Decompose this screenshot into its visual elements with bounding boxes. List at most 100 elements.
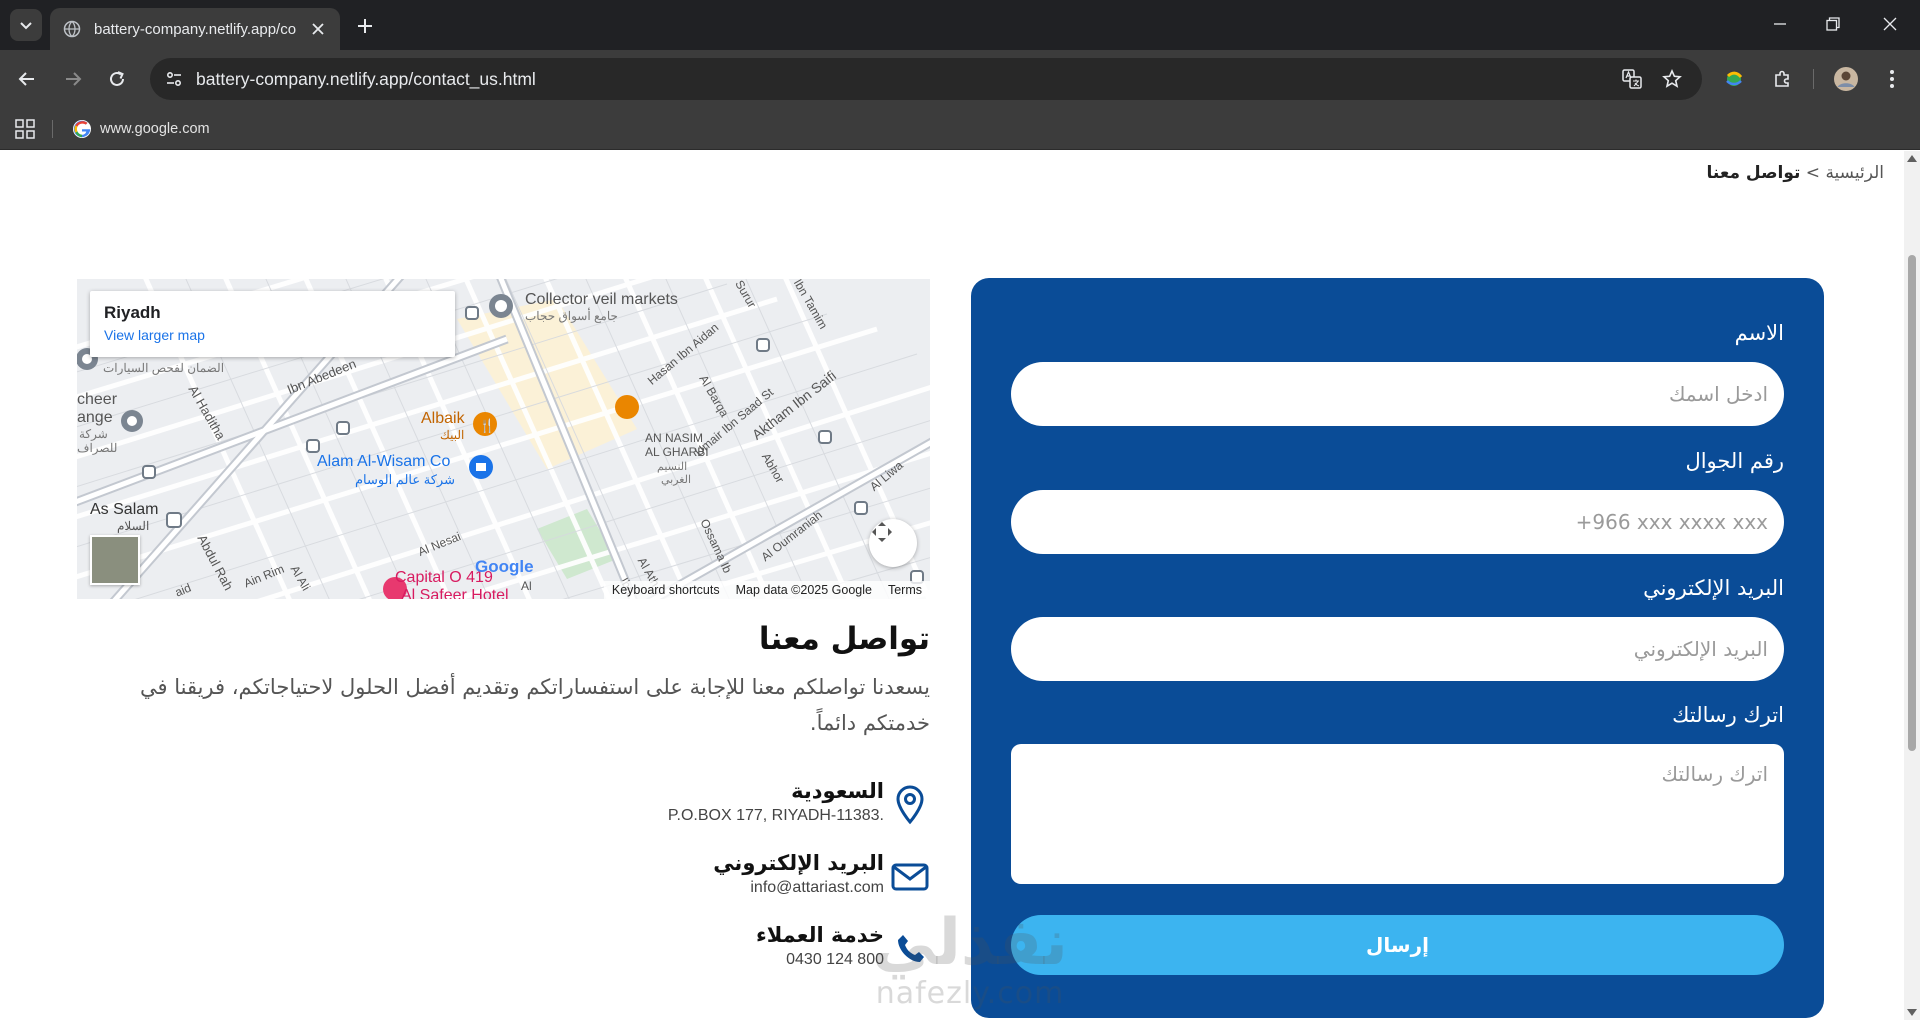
phone-placeholder: +966 xxx xxxx xxx [1575, 510, 1768, 534]
map-label-alam-ar: شركة عالم الوسام [355, 472, 455, 487]
active-tab[interactable]: battery-company.netlify.app/co [50, 8, 340, 50]
toolbar-divider [1813, 69, 1814, 89]
extension-globe-icon[interactable] [1716, 62, 1752, 96]
message-label: اترك رسالتك [1672, 703, 1784, 727]
bookmark-google[interactable]: www.google.com [72, 118, 210, 140]
arrow-left-icon [18, 72, 34, 86]
map-label-collector-ar: جامع أسواق حجاب [525, 309, 618, 323]
url-text: battery-company.netlify.app/contact_us.h… [196, 69, 536, 90]
scroll-down-arrow-icon[interactable] [1907, 1009, 1917, 1016]
breadcrumb-home[interactable]: الرئيسية [1825, 163, 1884, 183]
email-label: البريد الإلكتروني [1643, 576, 1784, 600]
map-label-albaik: Albaik [421, 410, 465, 427]
breadcrumb-separator: > [1805, 163, 1821, 183]
map-label-collector: Collector veil markets [525, 291, 678, 308]
map-fullscreen-button[interactable] [869, 519, 917, 567]
contact-item-value[interactable]: info@attariast.com [750, 879, 884, 897]
new-tab-button[interactable] [350, 11, 380, 41]
name-label: الاسم [1734, 321, 1784, 345]
map-label-cheer: cheer [77, 391, 118, 408]
restore-icon [1826, 17, 1840, 31]
name-input[interactable]: ادخل اسمك [1011, 362, 1784, 426]
phone-input[interactable]: +966 xxx xxxx xxx [1011, 490, 1784, 554]
apps-grid-icon[interactable] [14, 118, 36, 140]
star-icon[interactable] [1654, 58, 1690, 100]
scrollbar-thumb[interactable] [1908, 255, 1916, 751]
contact-item-title: خدمة العملاء [755, 923, 884, 947]
map-label-as-salam: As Salam [90, 501, 159, 518]
map-label-al: Al [521, 579, 532, 593]
close-window-button[interactable] [1860, 0, 1920, 48]
back-button[interactable] [10, 62, 44, 96]
menu-kebab-icon[interactable] [1874, 62, 1910, 96]
site-info-icon[interactable] [154, 59, 194, 99]
map-satellite-toggle[interactable] [90, 535, 140, 585]
map-label-as-salam-ar: السلام [117, 519, 150, 533]
envelope-icon [890, 855, 930, 899]
tab-title: battery-company.netlify.app/co [94, 20, 297, 38]
view-larger-map-link[interactable]: View larger map [104, 327, 441, 343]
chevron-down-icon [20, 22, 32, 30]
contact-item-value[interactable]: 0430 124 800 [786, 951, 884, 969]
fullscreen-icon [872, 522, 892, 542]
arrow-right-icon [66, 72, 82, 86]
globe-icon [62, 19, 82, 39]
map-city: Riyadh [104, 303, 161, 322]
url-host: battery-company.netlify.app [196, 68, 409, 89]
page-scrollbar[interactable] [1904, 151, 1920, 1020]
map-label-daman: الضمان لفحص السيارات [103, 361, 225, 375]
map-data-credit: Map data ©2025 Google [735, 583, 872, 597]
translate-icon[interactable] [1614, 58, 1650, 100]
map-label-lil-sarraf: للصراف [77, 441, 118, 455]
phone-label: رقم الجوال [1685, 449, 1784, 473]
contact-item-title: السعودية [791, 779, 884, 803]
plus-icon [358, 19, 372, 33]
tab-search-button[interactable] [10, 9, 42, 41]
map-keyboard-shortcuts[interactable]: Keyboard shortcuts [604, 583, 728, 597]
bookmark-label: www.google.com [100, 121, 210, 137]
minimize-icon [1774, 23, 1786, 25]
avatar-icon [1834, 67, 1858, 91]
location-pin-icon [890, 783, 930, 827]
forward-button[interactable] [56, 62, 90, 96]
contact-item-title: البريد الإلكتروني [713, 851, 884, 875]
svg-text:🍴: 🍴 [479, 418, 495, 434]
map-google-logo: Google [475, 557, 534, 576]
minimize-button[interactable] [1750, 0, 1810, 48]
map-label-ange: ange [77, 409, 113, 426]
page-viewport: الرئيسية > تواصل معنا 🍴 Riyadh View larg… [0, 151, 1904, 1020]
reload-button[interactable] [100, 62, 134, 96]
browser-toolbar: battery-company.netlify.app/contact_us.h… [0, 50, 1920, 108]
map-label-albaik-ar: البيك [440, 428, 465, 442]
tab-strip: battery-company.netlify.app/co [0, 0, 1920, 50]
message-textarea[interactable]: اترك رسالتك [1011, 744, 1784, 884]
profile-avatar[interactable] [1828, 62, 1864, 96]
url-path: /contact_us.html [408, 68, 536, 89]
address-bar[interactable]: battery-company.netlify.app/contact_us.h… [150, 58, 1702, 100]
bookmarks-bar: www.google.com [0, 108, 1920, 150]
extensions-puzzle-icon[interactable] [1764, 62, 1800, 96]
map-label-sharika: شركة [79, 427, 108, 441]
scroll-up-arrow-icon[interactable] [1907, 155, 1917, 162]
close-icon [1883, 17, 1897, 31]
map-place-card: Riyadh View larger map [90, 291, 455, 357]
contact-heading: تواصل معنا [758, 621, 930, 657]
map-footer: Keyboard shortcuts Map data ©2025 Google… [603, 581, 930, 599]
contact-description: يسعدنا تواصلكم معنا للإجابة على استفسارا… [140, 675, 930, 735]
google-g-icon [73, 120, 91, 138]
map-label-an-nasim-ar: النسيم [657, 461, 688, 473]
contact-form: الاسم ادخل اسمك رقم الجوال +966 xxx xxxx… [971, 278, 1824, 1018]
phone-icon [890, 927, 930, 971]
restore-button[interactable] [1803, 0, 1863, 48]
close-tab-icon[interactable] [308, 19, 328, 39]
map-terms-link[interactable]: Terms [880, 583, 930, 597]
breadcrumb-current: تواصل معنا [1706, 163, 1801, 183]
embedded-map[interactable]: 🍴 Riyadh View larger map Collector veil … [77, 279, 930, 599]
submit-button[interactable]: إرسال [1011, 915, 1784, 975]
reload-icon [110, 71, 124, 86]
email-input[interactable]: البريد الإلكتروني [1011, 617, 1784, 681]
map-label-an-nasim: AN NASIM [645, 431, 704, 445]
contact-item-value: P.O.BOX 177, RIYADH-11383. [667, 807, 884, 824]
map-label-al-safeer: Al Safeer Hotel [401, 587, 509, 599]
breadcrumb: الرئيسية > تواصل معنا [1707, 163, 1884, 183]
